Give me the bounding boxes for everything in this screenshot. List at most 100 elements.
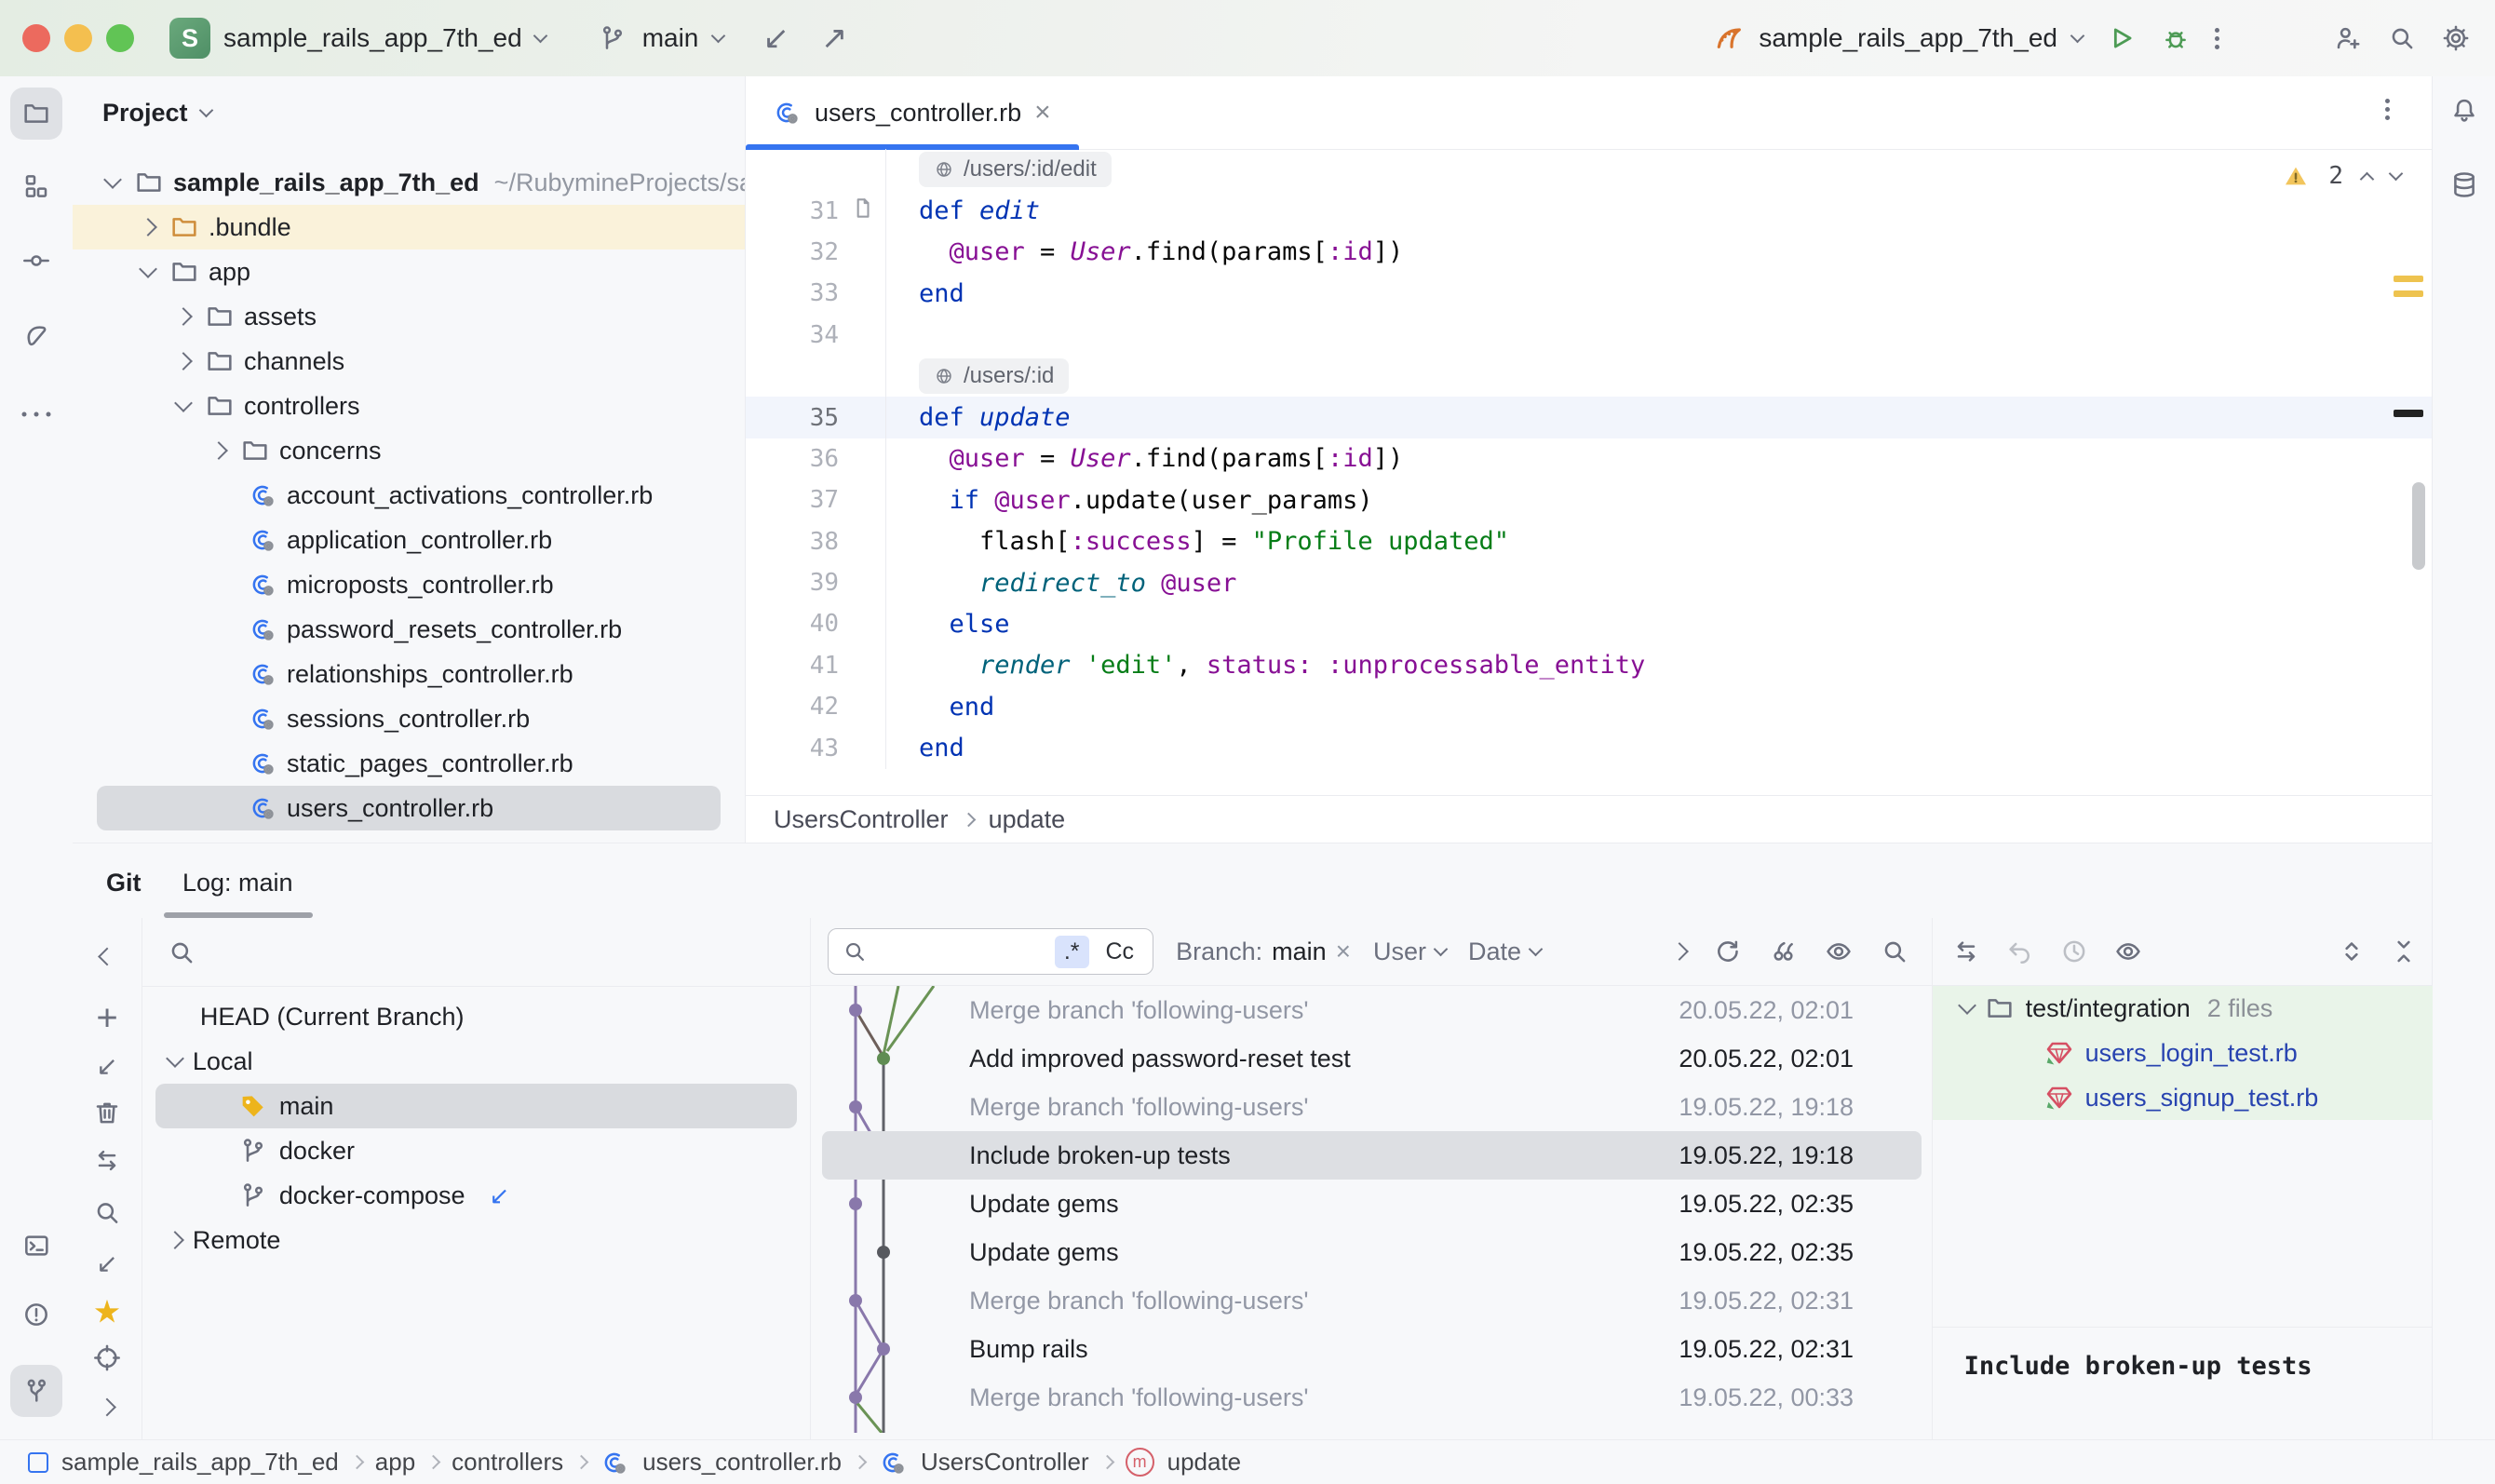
- changed-folder-row[interactable]: test/integration 2 files: [1933, 986, 2433, 1031]
- match-case-toggle[interactable]: Cc: [1097, 936, 1144, 968]
- code-line[interactable]: 33 end: [746, 273, 2433, 314]
- structure-tool-button[interactable]: [21, 171, 51, 201]
- code-line[interactable]: 37 if @user.update(user_params): [746, 479, 2433, 520]
- regex-toggle[interactable]: .*: [1055, 936, 1089, 968]
- tree-row-file[interactable]: sessions_controller.rb: [73, 696, 745, 741]
- project-widget[interactable]: S sample_rails_app_7th_ed: [169, 18, 546, 59]
- tree-row-file[interactable]: application_controller.rb: [73, 518, 745, 562]
- delete-branch-icon[interactable]: [92, 1098, 122, 1134]
- code-line[interactable]: 31 def edit: [746, 190, 2433, 231]
- cherry-pick-icon[interactable]: [1768, 937, 1798, 966]
- tree-row-bundle[interactable]: .bundle: [73, 205, 745, 250]
- problems-tool-button[interactable]: [21, 1300, 51, 1329]
- line-number[interactable]: 33: [810, 279, 839, 307]
- settings-gear-icon[interactable]: [2441, 23, 2471, 53]
- route-chip-edit[interactable]: /users/:id/edit: [919, 152, 1112, 187]
- terminal-tool-button[interactable]: [21, 1231, 51, 1261]
- line-number[interactable]: 43: [810, 735, 839, 762]
- project-tool-button[interactable]: [21, 99, 51, 128]
- tree-row-file[interactable]: relationships_controller.rb: [73, 652, 745, 696]
- checkout-arrow-icon[interactable]: ↙: [96, 1053, 117, 1082]
- tree-row-file[interactable]: password_resets_controller.rb: [73, 607, 745, 652]
- tree-row-file[interactable]: static_pages_controller.rb: [73, 741, 745, 786]
- statusbar-crumb-file[interactable]: users_controller.rb: [642, 1448, 842, 1477]
- rollback-icon[interactable]: [2005, 937, 2035, 966]
- tree-row-file[interactable]: microposts_controller.rb: [73, 562, 745, 607]
- expand-panel-icon[interactable]: [101, 1392, 114, 1421]
- minimize-window-button[interactable]: [64, 24, 92, 52]
- git-tool-button[interactable]: [21, 1376, 51, 1406]
- branch-filter[interactable]: Branch: main ×: [1176, 937, 1351, 966]
- go-to-hash-icon[interactable]: [1880, 937, 1909, 966]
- inspections-widget[interactable]: 2: [2282, 162, 2401, 190]
- line-number[interactable]: 32: [810, 238, 839, 266]
- tab-users-controller[interactable]: users_controller.rb ×: [746, 76, 1079, 149]
- statusbar-crumb-project[interactable]: sample_rails_app_7th_ed: [61, 1448, 339, 1477]
- navigate-arrow-icon[interactable]: ↙: [96, 1250, 117, 1279]
- update-project-icon[interactable]: ↙: [762, 22, 789, 54]
- tree-row-controllers[interactable]: controllers: [73, 384, 745, 428]
- commit-row[interactable]: Merge branch 'following-users'19.05.22, …: [811, 1083, 1933, 1131]
- new-branch-icon[interactable]: +: [96, 998, 117, 1040]
- statusbar-crumb-method[interactable]: update: [1167, 1448, 1242, 1477]
- commit-row[interactable]: Bump rails19.05.22, 02:31: [811, 1325, 1933, 1373]
- debug-button[interactable]: [2161, 23, 2191, 53]
- line-number[interactable]: 42: [810, 693, 839, 721]
- line-number[interactable]: 41: [810, 652, 839, 680]
- code-line[interactable]: 43 end: [746, 727, 2433, 768]
- breadcrumb-class[interactable]: UsersController: [774, 805, 949, 834]
- branch-row-docker[interactable]: docker: [142, 1128, 810, 1173]
- statusbar-crumb-app[interactable]: app: [375, 1448, 415, 1477]
- tree-row-channels[interactable]: channels: [73, 339, 745, 384]
- line-number[interactable]: 38: [810, 528, 839, 556]
- warning-stripe-mark[interactable]: [2394, 290, 2423, 297]
- branch-search-field[interactable]: [142, 918, 810, 987]
- code-line-current[interactable]: 35 def update: [746, 397, 2433, 438]
- commit-tool-button[interactable]: [21, 246, 51, 276]
- pull-requests-tool-button[interactable]: [21, 320, 51, 350]
- statusbar-crumb-class[interactable]: UsersController: [921, 1448, 1089, 1477]
- commit-row[interactable]: Add improved password-reset test20.05.22…: [811, 1034, 1933, 1083]
- zoom-window-button[interactable]: [106, 24, 134, 52]
- focus-commit-icon[interactable]: [92, 1343, 122, 1380]
- compare-branches-icon[interactable]: [92, 1146, 122, 1182]
- commit-row[interactable]: Update gems19.05.22, 02:35: [811, 1180, 1933, 1228]
- statusbar-crumb-controllers[interactable]: controllers: [452, 1448, 563, 1477]
- route-chip-show[interactable]: /users/:id: [919, 358, 1069, 394]
- tab-log-main[interactable]: Log: main: [182, 869, 293, 897]
- line-number[interactable]: 31: [810, 197, 839, 225]
- breadcrumb-method[interactable]: update: [989, 805, 1066, 834]
- branch-row-head[interactable]: HEAD (Current Branch): [142, 994, 810, 1039]
- line-number[interactable]: 37: [810, 486, 839, 514]
- next-warning-icon[interactable]: [2389, 166, 2404, 181]
- tree-row-root[interactable]: sample_rails_app_7th_ed ~/RubymineProjec…: [73, 160, 745, 205]
- code-line[interactable]: 32 @user = User.find(params[:id]): [746, 232, 2433, 273]
- code-line[interactable]: 41 render 'edit', status: :unprocessable…: [746, 645, 2433, 686]
- project-view-dropdown[interactable]: Project: [102, 99, 211, 128]
- commit-row-selected[interactable]: Include broken-up tests19.05.22, 19:18: [822, 1131, 1922, 1180]
- run-button[interactable]: [2107, 23, 2137, 53]
- previous-warning-icon[interactable]: [2360, 171, 2375, 186]
- caret-stripe-mark[interactable]: [2394, 410, 2423, 417]
- commit-row[interactable]: Merge branch 'following-users'19.05.22, …: [811, 1373, 1933, 1422]
- preview-eye-icon[interactable]: [2113, 937, 2143, 966]
- user-filter[interactable]: User: [1373, 938, 1446, 966]
- branch-row-docker-compose[interactable]: docker-compose ↙: [142, 1173, 810, 1218]
- history-clock-icon[interactable]: [2059, 937, 2089, 966]
- date-filter[interactable]: Date: [1468, 938, 1541, 966]
- eye-icon[interactable]: [1824, 937, 1854, 966]
- branch-row-main-selected[interactable]: main: [155, 1084, 797, 1128]
- code-line[interactable]: 38 flash[:success] = "Profile updated": [746, 521, 2433, 562]
- more-filters-chevron-icon[interactable]: [1670, 942, 1689, 961]
- database-tool-button[interactable]: [2449, 170, 2479, 207]
- collapse-all-icon[interactable]: [2389, 937, 2419, 966]
- favorites-star-icon[interactable]: ★: [93, 1297, 121, 1329]
- commit-row[interactable]: Update gems19.05.22, 02:35: [811, 1228, 1933, 1276]
- tree-row-users-controller-selected[interactable]: users_controller.rb: [97, 786, 721, 830]
- line-number[interactable]: 39: [810, 569, 839, 597]
- clipboard-marker-icon[interactable]: [850, 196, 874, 226]
- notifications-button[interactable]: [2449, 96, 2479, 132]
- code-line[interactable]: 42 end: [746, 686, 2433, 727]
- line-number[interactable]: 36: [810, 445, 839, 473]
- changed-file-row[interactable]: users_login_test.rb: [1933, 1031, 2433, 1075]
